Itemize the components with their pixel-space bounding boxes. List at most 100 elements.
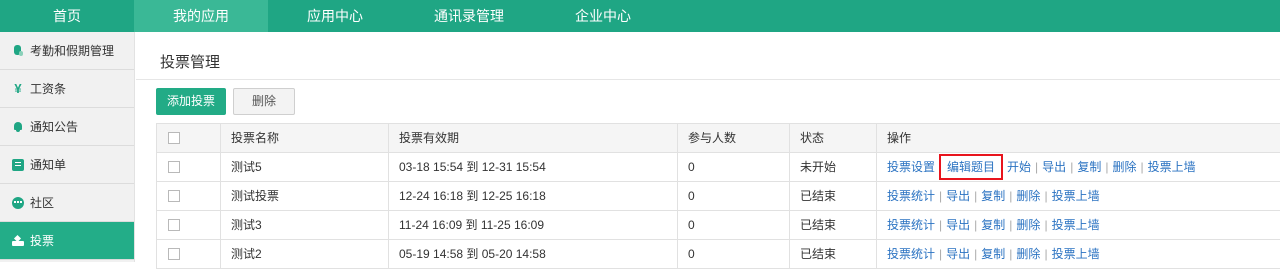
header-actions: 操作 [887, 131, 912, 145]
salary-icon: ¥ [14, 80, 22, 96]
vote-icon [12, 235, 24, 247]
sidebar-item-vote[interactable]: 投票 [0, 222, 134, 260]
export-link[interactable]: 导出 [1042, 160, 1066, 174]
separator: | [1105, 160, 1109, 174]
vote-actions: 投票设置 编辑题目 开始 | 导出 | 复制 | 删除 | 投票上墙 [877, 153, 1280, 181]
sidebar-item-label: 工资条 [30, 82, 67, 96]
header-count: 参与人数 [678, 124, 790, 152]
vote-name: 测试5 [221, 153, 389, 181]
sidebar: 考勤和假期管理 ¥ 工资条 通知公告 通知单 社区 投票 [0, 32, 135, 262]
separator: | [1044, 218, 1048, 232]
row-select-cell [157, 182, 221, 210]
vote-table: 投票名称 投票有效期 参与人数 状态 操作 测试5 03-18 15:54 到 … [156, 123, 1280, 269]
vote-count: 0 [678, 153, 790, 181]
sidebar-item-announcements[interactable]: 通知公告 [0, 108, 134, 146]
vote-stats-link[interactable]: 投票统计 [887, 189, 935, 203]
list-icon [12, 158, 24, 171]
vote-period: 12-24 16:18 到 12-25 16:18 [389, 182, 678, 210]
vote-name: 测试3 [221, 211, 389, 239]
separator: | [1009, 218, 1013, 232]
separator: | [974, 189, 978, 203]
sidebar-item-notices[interactable]: 通知单 [0, 146, 134, 184]
separator: | [1070, 160, 1074, 174]
vote-stats-link[interactable]: 投票统计 [887, 218, 935, 232]
export-link[interactable]: 导出 [946, 247, 970, 261]
vote-name: 测试2 [221, 240, 389, 268]
delete-link[interactable]: 删除 [1016, 189, 1040, 203]
row-checkbox[interactable] [168, 160, 180, 173]
vote-status: 未开始 [790, 153, 877, 181]
vote-count: 0 [678, 211, 790, 239]
vote-wall-link[interactable]: 投票上墙 [1052, 189, 1100, 203]
attendance-icon [12, 44, 24, 57]
delete-button[interactable]: 删除 [233, 88, 295, 115]
start-link[interactable]: 开始 [1007, 160, 1031, 174]
separator: | [1009, 247, 1013, 261]
page-title: 投票管理 [160, 54, 221, 71]
row-select-cell [157, 211, 221, 239]
sidebar-item-label: 投票 [30, 234, 55, 248]
copy-link[interactable]: 复制 [981, 218, 1005, 232]
vote-wall-link[interactable]: 投票上墙 [1148, 160, 1196, 174]
export-link[interactable]: 导出 [946, 189, 970, 203]
sidebar-item-label: 考勤和假期管理 [30, 44, 115, 58]
nav-tab-enterprise[interactable]: 企业中心 [536, 0, 670, 32]
nav-tab-home[interactable]: 首页 [0, 0, 134, 32]
table-row: 测试2 05-19 14:58 到 05-20 14:58 0 已结束 投票统计… [157, 240, 1280, 269]
divider [136, 79, 1280, 80]
delete-link[interactable]: 删除 [1112, 160, 1136, 174]
row-checkbox[interactable] [168, 218, 180, 231]
vote-actions: 投票统计 | 导出 | 复制 | 删除 | 投票上墙 [877, 211, 1280, 239]
nav-tab-my-apps[interactable]: 我的应用 [134, 0, 268, 32]
row-select-cell [157, 153, 221, 181]
vote-count: 0 [678, 182, 790, 210]
delete-link[interactable]: 删除 [1016, 247, 1040, 261]
separator: | [1140, 160, 1144, 174]
separator: | [1044, 247, 1048, 261]
sidebar-item-community[interactable]: 社区 [0, 184, 134, 222]
separator: | [1009, 189, 1013, 203]
copy-link[interactable]: 复制 [981, 189, 1005, 203]
main-content: 投票管理 添加投票 删除 投票名称 投票有效期 参与人数 状态 操作 测试5 0… [136, 32, 1280, 269]
table-header-row: 投票名称 投票有效期 参与人数 状态 操作 [157, 124, 1280, 153]
separator: | [1044, 189, 1048, 203]
export-link[interactable]: 导出 [946, 218, 970, 232]
table-row: 测试投票 12-24 16:18 到 12-25 16:18 0 已结束 投票统… [157, 182, 1280, 211]
edit-questions-link[interactable]: 编辑题目 [939, 154, 1004, 180]
add-vote-button[interactable]: 添加投票 [156, 88, 226, 115]
separator: | [939, 218, 943, 232]
table-row: 测试5 03-18 15:54 到 12-31 15:54 0 未开始 投票设置… [157, 153, 1280, 182]
separator: | [939, 247, 943, 261]
vote-name: 测试投票 [221, 182, 389, 210]
delete-link[interactable]: 删除 [1016, 218, 1040, 232]
vote-count: 0 [678, 240, 790, 268]
sidebar-item-label: 通知公告 [30, 120, 79, 134]
vote-settings-link[interactable]: 投票设置 [887, 160, 935, 174]
row-checkbox[interactable] [168, 189, 180, 202]
vote-period: 11-24 16:09 到 11-25 16:09 [389, 211, 678, 239]
select-all-checkbox[interactable] [168, 131, 180, 144]
separator: | [974, 247, 978, 261]
vote-status: 已结束 [790, 211, 877, 239]
separator: | [974, 218, 978, 232]
header-period: 投票有效期 [389, 124, 678, 152]
copy-link[interactable]: 复制 [1077, 160, 1101, 174]
sidebar-item-attendance[interactable]: 考勤和假期管理 [0, 32, 134, 70]
vote-wall-link[interactable]: 投票上墙 [1052, 247, 1100, 261]
vote-actions: 投票统计 | 导出 | 复制 | 删除 | 投票上墙 [877, 240, 1280, 268]
vote-period: 03-18 15:54 到 12-31 15:54 [389, 153, 678, 181]
sidebar-item-salary[interactable]: ¥ 工资条 [0, 70, 134, 108]
select-all-cell [157, 124, 221, 152]
separator: | [939, 189, 943, 203]
row-select-cell [157, 240, 221, 268]
chat-icon [12, 196, 24, 209]
row-checkbox[interactable] [168, 247, 180, 260]
vote-stats-link[interactable]: 投票统计 [887, 247, 935, 261]
table-row: 测试3 11-24 16:09 到 11-25 16:09 0 已结束 投票统计… [157, 211, 1280, 240]
copy-link[interactable]: 复制 [981, 247, 1005, 261]
nav-tab-app-center[interactable]: 应用中心 [268, 0, 402, 32]
nav-tab-contacts[interactable]: 通讯录管理 [402, 0, 536, 32]
separator: | [1035, 160, 1039, 174]
header-name: 投票名称 [221, 124, 389, 152]
vote-wall-link[interactable]: 投票上墙 [1052, 218, 1100, 232]
